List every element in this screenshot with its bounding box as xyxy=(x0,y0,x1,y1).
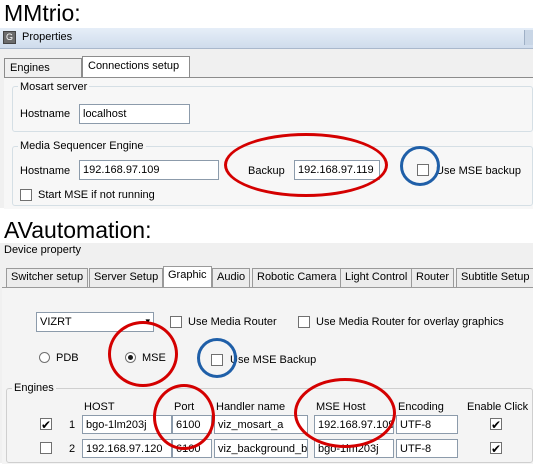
row-2-encoding-field[interactable]: UTF-8 xyxy=(396,439,458,458)
row-1-host-field[interactable]: bgo-1lm203j xyxy=(82,415,172,434)
mmtrio-heading: MMtrio: xyxy=(4,0,81,26)
mosart-server-label: Mosart server xyxy=(18,81,90,93)
row-1-port-field[interactable]: 6100 xyxy=(172,415,212,434)
use-media-router-overlay-label: Use Media Router for overlay graphics xyxy=(316,316,504,328)
mosart-hostname-field[interactable]: localhost xyxy=(79,104,190,124)
tab-graphic[interactable]: Graphic xyxy=(163,266,212,287)
tab-engines-setup[interactable]: Engines setup xyxy=(4,58,82,89)
row-1-enable-click-checkbox[interactable]: ✔ xyxy=(490,418,502,431)
tab-subtitle-setup[interactable]: Subtitle Setup xyxy=(456,268,533,287)
engines-label: Engines xyxy=(12,382,56,394)
pdb-radio-label: PDB xyxy=(56,352,79,364)
row-2-port-field[interactable]: 6100 xyxy=(172,439,212,458)
mosart-hostname-label: Hostname xyxy=(20,108,71,120)
mse-hostname-field[interactable]: 192.168.97.109 xyxy=(79,160,219,180)
tab-switcher-setup[interactable]: Switcher setup xyxy=(6,268,89,287)
start-mse-label: Start MSE if not running xyxy=(38,189,155,201)
properties-window: G Properties Engines setup Connections s… xyxy=(0,28,533,209)
tab-router[interactable]: Router xyxy=(411,268,455,287)
row-1-mse-host-field[interactable]: 192.168.97.109 xyxy=(314,415,394,434)
avautomation-heading: AVautomation: xyxy=(4,217,152,243)
row-2-host-field[interactable]: 192.168.97.120 xyxy=(82,439,172,458)
row-2-handler-field[interactable]: viz_background_b xyxy=(214,439,308,458)
col-header-mse-host: MSE Host xyxy=(316,401,366,413)
app-icon: G xyxy=(3,31,16,44)
row-2-enable-click-checkbox[interactable]: ✔ xyxy=(490,442,502,455)
mse-radio-dot xyxy=(128,355,133,360)
tab-audio[interactable]: Audio xyxy=(212,268,251,287)
tab-light-control[interactable]: Light Control xyxy=(340,268,413,287)
device-property-titlebar: Device property xyxy=(0,243,533,259)
use-media-router-checkbox[interactable] xyxy=(170,316,182,328)
mse-hostname-label: Hostname xyxy=(20,165,71,177)
tab-robotic-camera[interactable]: Robotic Camera xyxy=(252,268,342,287)
col-header-enable-click: Enable Click xyxy=(467,401,529,413)
backup-field[interactable]: 192.168.97.119 xyxy=(294,160,380,180)
device-select[interactable]: VIZRT ▾ xyxy=(36,312,154,332)
tab-connections-setup[interactable]: Connections setup xyxy=(82,56,190,78)
row-1-handler-field[interactable]: viz_mosart_a xyxy=(214,415,308,434)
row-1-encoding-field[interactable]: UTF-8 xyxy=(396,415,458,434)
row-1-number: 1 xyxy=(69,419,76,431)
row-2-mse-host-field[interactable]: bgo-1lm203j xyxy=(314,439,394,458)
mse-radio[interactable] xyxy=(125,352,136,363)
use-mse-backup-av-checkbox[interactable] xyxy=(211,354,223,366)
col-header-port: Port xyxy=(174,401,195,413)
properties-titlebar: G Properties xyxy=(0,28,533,49)
window-title: Properties xyxy=(22,31,73,43)
row-2-number: 2 xyxy=(69,443,76,455)
row-2-checkbox[interactable] xyxy=(40,442,52,454)
start-mse-checkbox[interactable] xyxy=(20,189,32,201)
mse-group-label: Media Sequencer Engine xyxy=(18,140,146,152)
row-1-checkbox[interactable]: ✔ xyxy=(40,418,52,431)
device-select-value: VIZRT xyxy=(40,316,72,328)
chevron-down-icon: ▾ xyxy=(145,316,150,326)
col-header-encoding: Encoding xyxy=(398,401,444,413)
pdb-radio[interactable] xyxy=(39,352,50,363)
use-mse-backup-label: Use MSE backup xyxy=(436,165,521,177)
col-header-handler-name: Handler name xyxy=(216,401,286,413)
backup-label: Backup xyxy=(248,165,285,177)
use-media-router-label: Use Media Router xyxy=(188,316,277,328)
device-property-window: Device property Switcher setup Server Se… xyxy=(0,243,533,464)
mse-radio-label: MSE xyxy=(142,352,166,364)
use-mse-backup-av-label: Use MSE Backup xyxy=(230,354,317,366)
use-mse-backup-checkbox[interactable] xyxy=(417,164,429,176)
device-window-title: Device property xyxy=(4,244,82,256)
col-header-host: HOST xyxy=(84,401,115,413)
use-media-router-overlay-checkbox[interactable] xyxy=(298,316,310,328)
tab-server-setup[interactable]: Server Setup xyxy=(89,268,164,287)
window-control[interactable] xyxy=(524,30,533,45)
